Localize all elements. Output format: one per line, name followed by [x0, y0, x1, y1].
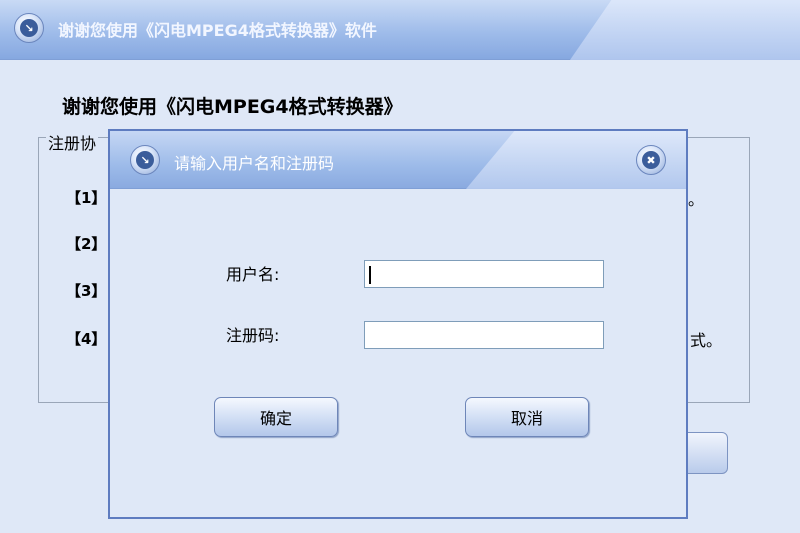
dialog-title: 请输入用户名和注册码: [174, 154, 335, 173]
page-heading: 谢谢您使用《闪电MPEG4格式转换器》: [62, 96, 403, 118]
arrow-down-right-icon: ↘: [130, 145, 160, 175]
agreement-group-label: 注册协: [46, 130, 99, 154]
username-label: 用户名:: [226, 265, 280, 284]
clause-label-2: 【2】: [66, 235, 107, 253]
clause-label-4: 【4】: [66, 330, 107, 348]
close-icon[interactable]: ✖: [636, 145, 666, 175]
regcode-input[interactable]: [364, 321, 604, 349]
clause-4-text-tail: 式。: [690, 331, 723, 350]
clause-label-1: 【1】: [66, 189, 107, 207]
cancel-button[interactable]: 取消: [465, 397, 589, 437]
dialog-title-bar: ↘ 请输入用户名和注册码 ✖: [110, 131, 686, 189]
text-caret: [369, 266, 371, 284]
registration-dialog: ↘ 请输入用户名和注册码 ✖ 用户名: 注册码: 确定 取消: [108, 129, 688, 519]
arrow-down-right-icon: ↘: [14, 13, 44, 43]
main-window-title: 谢谢您使用《闪电MPEG4格式转换器》软件: [58, 21, 377, 40]
main-window-button[interactable]: [686, 432, 728, 474]
main-title-bar: ↘ 谢谢您使用《闪电MPEG4格式转换器》软件: [0, 0, 800, 60]
clause-label-3: 【3】: [66, 282, 107, 300]
clause-1-text-tail: 。: [688, 190, 705, 209]
ok-button[interactable]: 确定: [214, 397, 338, 437]
title-bar-decoration: [570, 0, 800, 60]
regcode-label: 注册码:: [226, 326, 280, 345]
username-input[interactable]: [364, 260, 604, 288]
